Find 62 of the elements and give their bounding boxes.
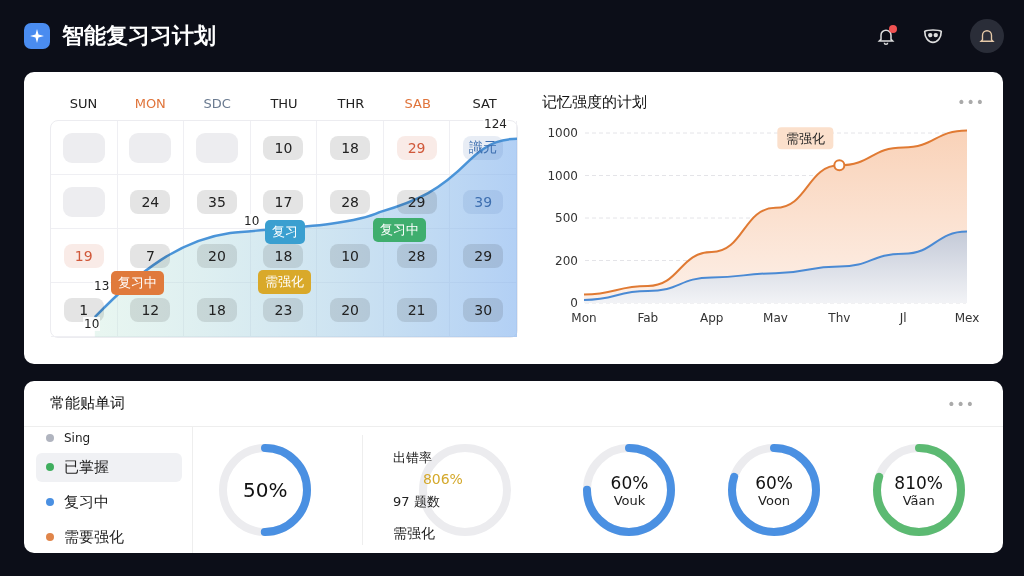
bell-icon	[978, 27, 996, 45]
stat-note: 需强化	[392, 525, 435, 543]
ring-caption: Voon	[758, 492, 791, 508]
section-title: 常能贴单词	[50, 394, 125, 413]
legend-label: 已掌握	[64, 457, 109, 477]
day-number[interactable]: 18	[330, 135, 371, 160]
day-number[interactable]: 24	[130, 189, 171, 214]
weekday-label: THR	[337, 95, 365, 111]
percent-value: 810%	[894, 472, 943, 493]
status-tag: 复习中	[373, 218, 426, 242]
legend-label: Sing	[64, 430, 91, 445]
bell-button[interactable]	[970, 19, 1004, 53]
weekday-label: SDC	[203, 95, 231, 111]
stat-label: 出错率	[392, 449, 432, 467]
app-title: 智能复习习计划	[62, 22, 217, 50]
ring-caption: Vãan	[902, 492, 935, 508]
day-number[interactable]: 17	[263, 189, 304, 214]
y-axis-label: 500	[555, 211, 578, 225]
day-number[interactable]: 28	[330, 189, 371, 214]
day-number[interactable]: 35	[196, 189, 237, 214]
marker-point	[833, 159, 846, 172]
chart-title: 记忆强度的计划	[542, 92, 647, 112]
x-axis-label: Mex	[954, 311, 980, 325]
legend-item[interactable]: 已掌握	[36, 452, 182, 482]
y-axis-label: 0	[570, 296, 578, 310]
x-axis-label: Thv	[828, 311, 851, 325]
day-number[interactable]: 10	[263, 135, 304, 160]
percent-value: 50%	[243, 478, 288, 502]
weekday-label: THU	[270, 95, 298, 111]
y-axis-label: 1000	[547, 168, 578, 183]
curve-label: 10	[243, 214, 261, 228]
ring-caption: Vouk	[613, 492, 646, 508]
stat-value: 806%	[422, 471, 463, 487]
x-axis-label: Fab	[637, 311, 659, 325]
legend-label: 复习中	[64, 492, 109, 512]
day-number[interactable]: 19	[63, 243, 104, 268]
legend-item[interactable]: Sing	[36, 428, 182, 447]
status-tag: 复习中	[111, 271, 164, 295]
callout-label: 需强化	[777, 127, 834, 150]
y-axis-label: 1000	[547, 126, 578, 140]
weekday-label: SUN	[69, 95, 98, 111]
stat-count: 97 题数	[392, 493, 440, 511]
x-axis-label: Mon	[571, 311, 597, 325]
legend-item[interactable]: 复习中	[36, 487, 182, 517]
weekday-label: SAT	[472, 95, 497, 111]
curve-label: 10	[83, 317, 101, 331]
status-tag: 复习	[265, 220, 305, 244]
app-logo	[24, 23, 50, 49]
day-number[interactable]: 29	[396, 135, 437, 160]
y-axis-label: 200	[555, 253, 578, 268]
x-axis-label: Mav	[763, 311, 788, 325]
curve-label: 124	[483, 117, 508, 131]
curve-label: 13	[93, 279, 111, 293]
status-tag: 需强化	[258, 270, 311, 294]
weekday-label: SAB	[404, 95, 431, 111]
percent-value: 60%	[610, 472, 649, 493]
weekday-label: MON	[134, 95, 166, 111]
legend-item[interactable]: 需要强化	[36, 522, 182, 552]
x-axis-label: Jl	[899, 311, 907, 325]
legend-label: 需要强化	[64, 527, 124, 547]
percent-value: 60%	[755, 472, 793, 493]
x-axis-label: App	[699, 311, 724, 325]
